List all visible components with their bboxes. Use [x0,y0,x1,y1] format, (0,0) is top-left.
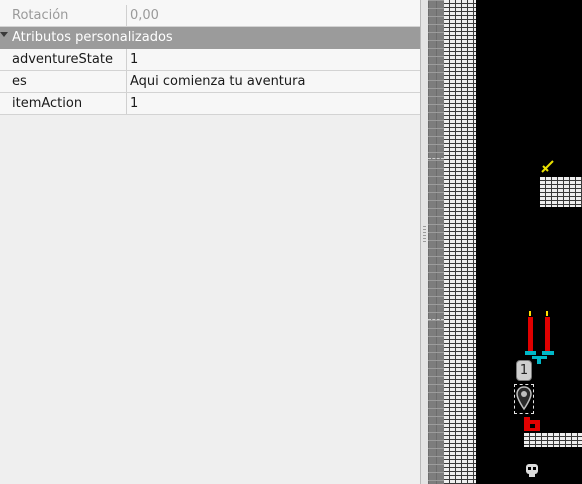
property-label: Rotación [12,8,69,23]
sword-icon[interactable] [540,158,556,174]
property-value[interactable]: 1 [130,93,415,114]
panel-splitter[interactable] [420,0,428,484]
selected-object-outline[interactable] [514,384,534,414]
chest-icon[interactable] [524,417,540,433]
marker-badge[interactable]: 1 [516,360,532,381]
property-row-rotation[interactable]: Rotación 0,00 [0,5,420,27]
property-value[interactable]: 1 [130,49,415,70]
custom-attributes-group[interactable]: Atributos personalizados [0,27,420,49]
candle-icon[interactable] [524,308,558,368]
property-row-itemaction[interactable]: itemAction 1 [0,93,420,115]
properties-panel: Rotación 0,00 Atributos personalizados a… [0,0,420,484]
map-canvas[interactable]: 1 [428,0,582,484]
property-row-adventurestate[interactable]: adventureState 1 [0,49,420,71]
group-label: Atributos personalizados [12,30,173,45]
property-label: adventureState [12,52,113,67]
property-label: es [12,74,27,89]
property-value[interactable]: 0,00 [130,5,415,26]
brick-wall [444,0,476,484]
collapse-arrow-icon[interactable] [0,32,8,37]
location-pin-icon [516,386,532,411]
marker-label: 1 [519,363,529,378]
skull-icon[interactable] [524,462,540,478]
splitter-grip-icon[interactable] [423,226,426,242]
tile-grid-column [428,0,444,484]
brick-floor [524,433,582,447]
property-row-es[interactable]: es Aqui comienza tu aventura [0,71,420,93]
property-label: itemAction [12,96,83,111]
property-value[interactable]: Aqui comienza tu aventura [130,71,415,92]
brick-ledge [540,177,582,207]
